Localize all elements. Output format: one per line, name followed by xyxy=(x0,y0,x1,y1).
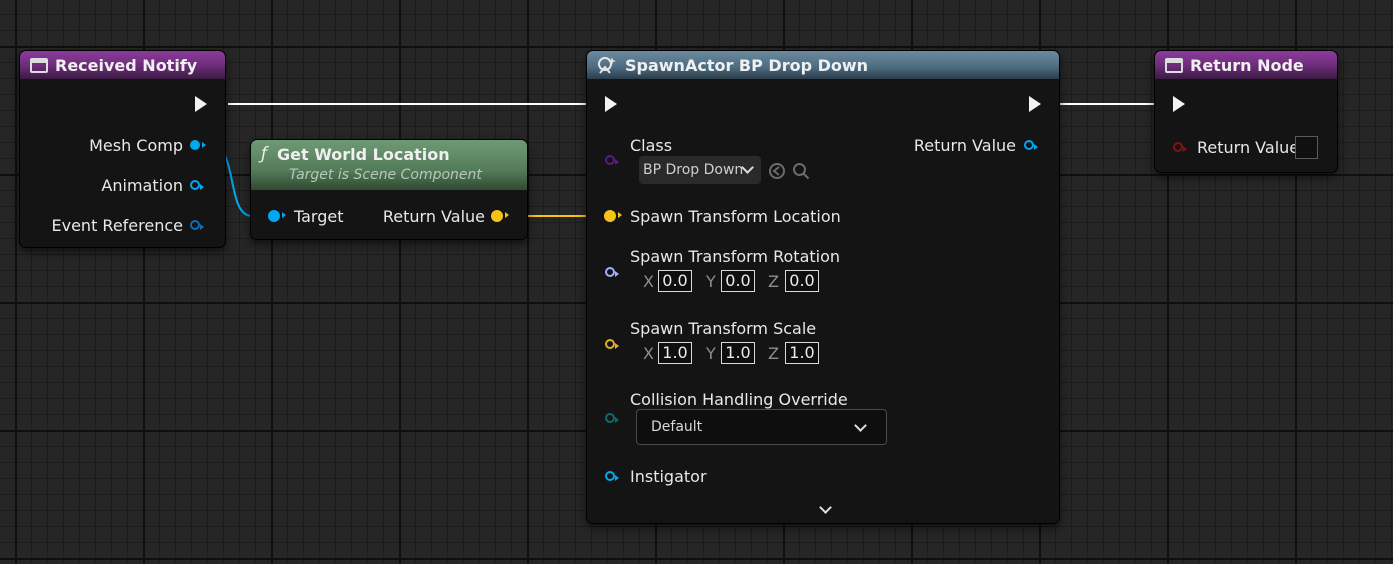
pin-label-animation: Animation xyxy=(101,176,183,195)
received-notify-title: Received Notify xyxy=(55,55,198,75)
instigator-label: Instigator xyxy=(630,467,707,486)
collision-handling-value: Default xyxy=(651,419,703,435)
spawn-location-label: Spawn Transform Location xyxy=(630,207,841,226)
event-reference-pin[interactable] xyxy=(190,220,204,230)
class-dropdown[interactable]: BP Drop Down xyxy=(639,156,761,184)
spawn-location-pin[interactable] xyxy=(604,210,622,222)
get-world-location-title: Get World Location xyxy=(277,144,450,164)
spawn-actor-header[interactable]: SpawnActor BP Drop Down xyxy=(587,51,1059,79)
collision-handling-pin[interactable] xyxy=(605,413,619,423)
target-pin[interactable] xyxy=(268,210,286,222)
gwl-return-value-label: Return Value xyxy=(382,207,485,226)
collision-handling-dropdown[interactable]: Default xyxy=(636,409,887,445)
get-world-location-subtitle: Target is Scene Component xyxy=(289,167,482,183)
function-icon: ƒ xyxy=(261,144,267,164)
spawn-actor-icon xyxy=(597,55,617,75)
scale-x-axis-label: X xyxy=(643,344,654,363)
pin-label-mesh-comp: Mesh Comp xyxy=(89,136,183,155)
get-world-location-header[interactable]: ƒ Get World Location Target is Scene Com… xyxy=(251,140,527,190)
spawn-return-value-label: Return Value xyxy=(913,136,1016,155)
spawn-scale-label: Spawn Transform Scale xyxy=(630,319,817,338)
scale-z-axis-label: Z xyxy=(768,344,779,363)
class-pin[interactable] xyxy=(605,155,619,165)
event-icon xyxy=(30,57,48,73)
spawn-actor-title: SpawnActor BP Drop Down xyxy=(625,55,869,75)
pin-label-event-reference: Event Reference xyxy=(51,216,184,235)
target-label: Target xyxy=(294,207,344,226)
expand-advanced-button[interactable] xyxy=(815,501,835,517)
gwl-return-value-pin[interactable] xyxy=(491,210,509,222)
scale-y-input[interactable]: 1.0 xyxy=(721,342,755,364)
return-node-exec-in-pin[interactable] xyxy=(1173,96,1185,112)
class-dropdown-value: BP Drop Down xyxy=(643,162,744,178)
rotation-z-input[interactable]: 0.0 xyxy=(785,270,819,292)
spawn-rotation-label: Spawn Transform Rotation xyxy=(630,247,841,266)
rotation-x-axis-label: X xyxy=(643,272,654,291)
instigator-pin[interactable] xyxy=(605,471,619,481)
scale-z-input[interactable]: 1.0 xyxy=(785,342,819,364)
rotation-z-axis-label: Z xyxy=(768,272,779,291)
browse-asset-search-icon[interactable] xyxy=(792,162,810,180)
mesh-comp-pin[interactable] xyxy=(190,140,206,150)
chevron-down-icon xyxy=(819,501,832,514)
chevron-down-icon xyxy=(854,419,867,432)
spawn-actor-exec-in-pin[interactable] xyxy=(605,96,617,112)
spawn-return-value-pin[interactable] xyxy=(1024,140,1038,150)
scale-y-axis-label: Y xyxy=(706,344,716,363)
return-node-title: Return Node xyxy=(1190,55,1304,75)
use-selected-asset-icon[interactable] xyxy=(768,162,786,180)
spawn-scale-pin[interactable] xyxy=(605,339,619,349)
collision-handling-label: Collision Handling Override xyxy=(630,390,848,409)
rotation-y-input[interactable]: 0.0 xyxy=(721,270,755,292)
animation-pin[interactable] xyxy=(190,180,204,190)
received-notify-exec-out-pin[interactable] xyxy=(195,96,207,112)
class-label: Class xyxy=(630,136,673,155)
return-node-return-pin[interactable] xyxy=(1173,142,1187,152)
return-node-header[interactable]: Return Node xyxy=(1155,51,1337,79)
rotation-y-axis-label: Y xyxy=(706,272,716,291)
return-node-return-label: Return Value xyxy=(1197,138,1300,157)
spawn-actor-exec-out-pin[interactable] xyxy=(1029,96,1041,112)
received-notify-header[interactable]: Received Notify xyxy=(20,51,225,79)
rotation-x-input[interactable]: 0.0 xyxy=(658,270,692,292)
spawn-rotation-pin[interactable] xyxy=(605,267,619,277)
event-icon xyxy=(1165,57,1183,73)
return-value-checkbox[interactable] xyxy=(1295,136,1318,159)
scale-x-input[interactable]: 1.0 xyxy=(658,342,692,364)
